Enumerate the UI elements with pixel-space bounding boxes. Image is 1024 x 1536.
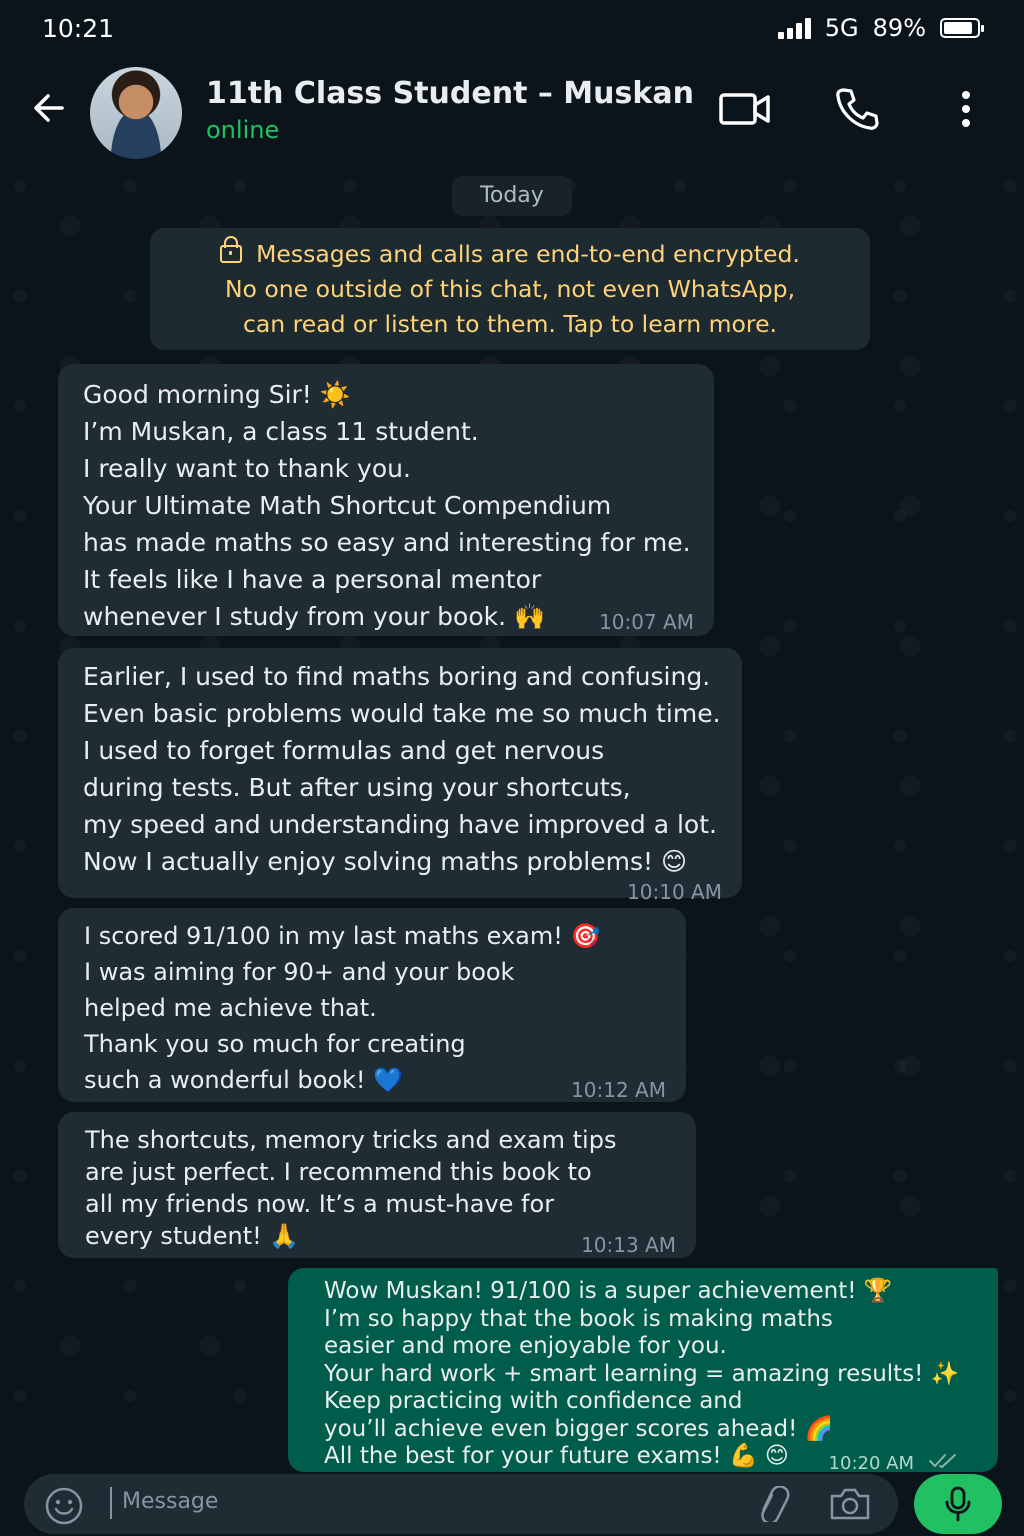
signal-icon bbox=[777, 17, 811, 39]
avatar[interactable] bbox=[90, 67, 182, 159]
video-call-icon[interactable] bbox=[718, 86, 772, 132]
outgoing-message[interactable]: Wow Muskan! 91/100 is a super achievemen… bbox=[288, 1268, 998, 1474]
message-line: Thank you so much for creating bbox=[84, 1030, 466, 1058]
voice-call-icon[interactable] bbox=[832, 86, 880, 132]
text-cursor bbox=[110, 1487, 112, 1519]
message-line: my speed and understanding have improved… bbox=[83, 810, 717, 839]
message-line: Your Ultimate Math Shortcut Compendium bbox=[83, 491, 612, 520]
message-line: I’m Muskan, a class 11 student. bbox=[83, 417, 479, 446]
encryption-notice[interactable]: Messages and calls are end-to-end encryp… bbox=[150, 228, 870, 350]
message-line: The shortcuts, memory tricks and exam ti… bbox=[85, 1126, 617, 1154]
incoming-message[interactable]: Good morning Sir! ☀️ I’m Muskan, a class… bbox=[58, 364, 714, 636]
message-line: Your hard work + smart learning = amazin… bbox=[324, 1360, 960, 1387]
emoji-icon[interactable] bbox=[44, 1486, 84, 1526]
mic-button[interactable] bbox=[914, 1474, 1002, 1534]
incoming-message[interactable]: I scored 91/100 in my last maths exam! 🎯… bbox=[58, 908, 686, 1102]
message-line: Keep practicing with confidence and bbox=[324, 1388, 743, 1414]
encryption-text-1: Messages and calls are end-to-end encryp… bbox=[256, 240, 800, 268]
network-type: 5G bbox=[824, 14, 859, 42]
encryption-line-2: No one outside of this chat, not even Wh… bbox=[224, 275, 796, 303]
message-time: 10:10 AM bbox=[627, 880, 722, 904]
lock-icon bbox=[220, 236, 243, 263]
message-line: Good morning Sir! ☀️ bbox=[83, 380, 351, 409]
back-arrow-icon[interactable] bbox=[28, 86, 72, 130]
mic-icon bbox=[945, 1486, 971, 1522]
chat-header: 11th Class Student – Muskan online bbox=[0, 62, 1024, 167]
date-label: Today bbox=[452, 176, 572, 216]
message-line: Wow Muskan! 91/100 is a super achievemen… bbox=[324, 1278, 893, 1304]
message-line: easier and more enjoyable for you. bbox=[324, 1333, 727, 1359]
attach-icon[interactable] bbox=[752, 1486, 796, 1522]
encryption-line-1: Messages and calls are end-to-end encryp… bbox=[150, 236, 870, 272]
message-line: Even basic problems would take me so muc… bbox=[83, 699, 721, 728]
status-indicators: 5G 89% bbox=[777, 14, 984, 42]
message-time: 10:12 AM bbox=[571, 1078, 666, 1102]
message-input[interactable]: Message bbox=[24, 1474, 898, 1534]
contact-status: online bbox=[206, 116, 280, 144]
message-line: Earlier, I used to find maths boring and… bbox=[83, 662, 711, 691]
battery-fill bbox=[944, 22, 972, 34]
message-line: has made maths so easy and interesting f… bbox=[83, 528, 691, 557]
message-line: I scored 91/100 in my last maths exam! 🎯 bbox=[84, 922, 601, 950]
incoming-message[interactable]: The shortcuts, memory tricks and exam ti… bbox=[58, 1112, 696, 1258]
message-composer: Message bbox=[0, 1472, 1024, 1536]
camera-icon[interactable] bbox=[828, 1486, 872, 1522]
contact-name[interactable]: 11th Class Student – Muskan bbox=[206, 76, 694, 111]
battery-icon bbox=[940, 18, 984, 38]
message-line: I really want to thank you. bbox=[83, 454, 411, 483]
message-line: I used to forget formulas and get nervou… bbox=[83, 736, 605, 765]
status-bar: 10:21 5G 89% bbox=[0, 0, 1024, 62]
encryption-line-3: can read or listen to them. Tap to learn… bbox=[242, 310, 778, 338]
incoming-message[interactable]: Earlier, I used to find maths boring and… bbox=[58, 648, 742, 904]
more-options-icon[interactable] bbox=[952, 86, 980, 132]
battery-percent: 89% bbox=[872, 14, 926, 42]
message-line: It feels like I have a personal mentor bbox=[83, 565, 542, 594]
message-time: 10:13 AM bbox=[581, 1233, 676, 1257]
message-line: you’ll achieve even bigger scores ahead!… bbox=[324, 1415, 834, 1442]
message-line: during tests. But after using your short… bbox=[83, 773, 631, 802]
status-time: 10:21 bbox=[42, 14, 115, 43]
message-line: helped me achieve that. bbox=[84, 994, 377, 1022]
message-placeholder: Message bbox=[122, 1489, 219, 1514]
message-line: I was aiming for 90+ and your book bbox=[84, 958, 515, 986]
double-check-read-icon bbox=[929, 1454, 956, 1468]
message-line: are just perfect. I recommend this book … bbox=[85, 1158, 592, 1186]
message-line: I’m so happy that the book is making mat… bbox=[324, 1305, 833, 1332]
message-line: all my friends now. It’s a must-have for bbox=[85, 1190, 555, 1218]
message-time: 10:07 AM bbox=[599, 610, 694, 634]
